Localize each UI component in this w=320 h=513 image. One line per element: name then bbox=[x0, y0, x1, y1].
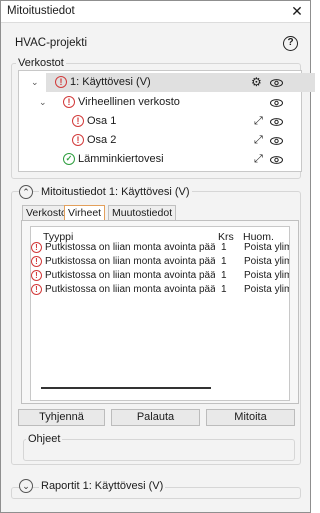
table-row[interactable]: ! Putkistossa on liian monta avointa pää… bbox=[31, 270, 290, 283]
eye-icon[interactable] bbox=[270, 156, 283, 164]
expand-arrows-icon[interactable]: ⤢ bbox=[254, 116, 263, 127]
restore-button[interactable]: Palauta bbox=[111, 409, 200, 426]
close-icon[interactable]: ✕ bbox=[290, 3, 304, 19]
error-icon: ! bbox=[63, 96, 75, 108]
row-floor: 1 bbox=[221, 242, 227, 253]
clear-button[interactable]: Tyhjennä bbox=[18, 409, 105, 426]
title-bar: Mitoitustiedot ✕ bbox=[1, 1, 310, 23]
error-icon: ! bbox=[31, 256, 42, 267]
details-header: Mitoitustiedot 1: Käyttövesi (V) bbox=[39, 186, 192, 198]
expand-arrows-icon[interactable]: ⤢ bbox=[254, 135, 263, 146]
row-type: Putkistossa on liian monta avointa päätä bbox=[45, 242, 215, 253]
error-icon: ! bbox=[55, 76, 67, 88]
row-type: Putkistossa on liian monta avointa päätä bbox=[45, 284, 215, 295]
row-type: Putkistossa on liian monta avointa päätä bbox=[45, 270, 215, 281]
tab-change-info[interactable]: Muutostiedot bbox=[108, 205, 177, 221]
help-icon[interactable]: ? bbox=[283, 36, 298, 51]
tree-item-label[interactable]: Osa 2 bbox=[87, 134, 116, 146]
check-icon: ✓ bbox=[63, 153, 75, 165]
size-button[interactable]: Mitoita bbox=[206, 409, 295, 426]
dialog-window: Mitoitustiedot ✕ HVAC-projekti ? Verkost… bbox=[0, 0, 315, 513]
networks-group-label: Verkostot bbox=[16, 57, 66, 69]
expand-chevron-down-icon[interactable]: ⌄ bbox=[19, 479, 33, 493]
error-icon: ! bbox=[31, 284, 42, 295]
row-floor: 1 bbox=[221, 284, 227, 295]
table-row[interactable]: ! Putkistossa on liian monta avointa pää… bbox=[31, 242, 290, 255]
error-icon: ! bbox=[31, 270, 42, 281]
eye-icon[interactable] bbox=[270, 99, 283, 107]
project-label: HVAC-projekti bbox=[15, 37, 87, 49]
error-icon: ! bbox=[31, 242, 42, 253]
tree-item-label[interactable]: Osa 1 bbox=[87, 115, 116, 127]
row-note: Poista ylim bbox=[244, 242, 290, 253]
tree-item-label[interactable]: 1: Käyttövesi (V) bbox=[70, 76, 151, 88]
row-floor: 1 bbox=[221, 270, 227, 281]
table-row[interactable]: ! Putkistossa on liian monta avointa pää… bbox=[31, 256, 290, 269]
error-icon: ! bbox=[72, 115, 84, 127]
eye-icon[interactable] bbox=[270, 118, 283, 126]
row-note: Poista ylim bbox=[244, 270, 290, 281]
network-tree: ⌄ ! 1: Käyttövesi (V) ⚙ ⌄ ! Virheellinen… bbox=[18, 70, 315, 172]
row-floor: 1 bbox=[221, 256, 227, 267]
table-row[interactable]: ! Putkistossa on liian monta avointa pää… bbox=[31, 284, 290, 297]
gear-icon[interactable]: ⚙ bbox=[251, 76, 262, 88]
row-type: Putkistossa on liian monta avointa päätä bbox=[45, 256, 215, 267]
errors-table: Tyyppi Krs Huom. ! Putkistossa on liian … bbox=[30, 226, 290, 401]
horizontal-scrollbar[interactable] bbox=[41, 387, 211, 389]
row-note: Poista ylim bbox=[244, 284, 290, 295]
window-title: Mitoitustiedot bbox=[7, 5, 75, 17]
collapse-chevron-icon[interactable]: ⌄ bbox=[31, 77, 39, 88]
eye-icon[interactable] bbox=[270, 137, 283, 145]
reports-header: Raportit 1: Käyttövesi (V) bbox=[39, 480, 166, 492]
instructions-label: Ohjeet bbox=[26, 433, 63, 445]
tree-item-label[interactable]: Virheellinen verkosto bbox=[78, 96, 180, 108]
expand-arrows-icon[interactable]: ⤢ bbox=[254, 154, 263, 165]
error-icon: ! bbox=[72, 134, 84, 146]
instructions-box bbox=[23, 439, 295, 461]
row-note: Poista ylim bbox=[244, 256, 290, 267]
tree-item-label[interactable]: Lämminkiertovesi bbox=[78, 153, 164, 165]
eye-icon[interactable] bbox=[270, 79, 283, 87]
collapse-chevron-up-icon[interactable]: ⌃ bbox=[19, 185, 33, 199]
tab-errors[interactable]: Virheet bbox=[64, 205, 106, 221]
collapse-chevron-icon[interactable]: ⌄ bbox=[39, 97, 47, 108]
